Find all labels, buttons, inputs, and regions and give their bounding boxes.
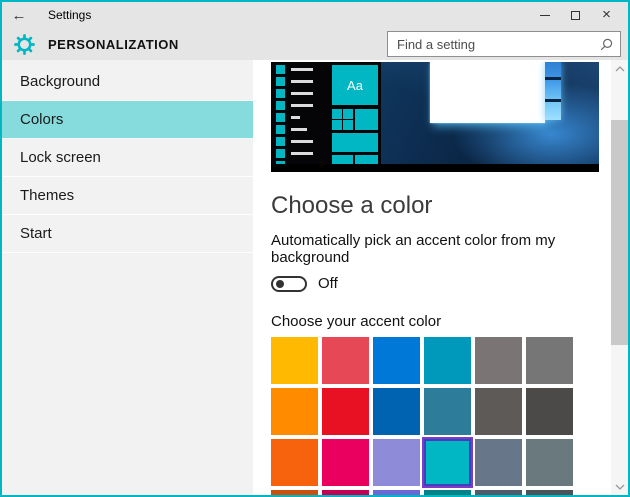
accent-color-swatch[interactable] [271,337,318,384]
accent-picker-label: Choose your accent color [271,313,628,330]
sidebar-item-label: Start [20,225,52,242]
accent-color-swatch[interactable] [322,388,369,435]
minimize-icon [540,15,550,16]
scroll-up-icon[interactable] [611,60,628,77]
page-title: PERSONALIZATION [48,37,387,52]
accent-color-swatch[interactable] [475,439,522,486]
sidebar-item-label: Lock screen [20,149,101,166]
sidebar-item-label: Colors [20,111,63,128]
auto-accent-toggle[interactable] [271,276,307,292]
preview-app-window [430,62,545,123]
accent-color-swatch[interactable] [475,490,522,495]
accent-color-swatch[interactable] [373,490,420,495]
preview-menu-list [271,62,330,164]
accent-color-swatch[interactable] [424,337,471,384]
accent-color-swatch[interactable] [475,337,522,384]
accent-color-grid [271,337,573,495]
scrollbar[interactable] [611,60,628,495]
accent-color-swatch[interactable] [322,439,369,486]
accent-color-swatch[interactable] [424,490,471,495]
accent-color-swatch[interactable] [271,439,318,486]
search-box [387,31,621,57]
accent-color-swatch[interactable] [373,439,420,486]
maximize-button[interactable] [560,2,591,28]
sidebar-item-label: Themes [20,187,74,204]
window-controls: × [529,2,628,28]
sidebar: Background Colors Lock screen Themes Start [2,60,253,495]
start-menu-preview: Aa [271,62,599,172]
scrollbar-thumb[interactable] [611,120,628,345]
accent-color-swatch[interactable] [526,337,573,384]
settings-window: ← Settings × [0,0,630,497]
accent-color-swatch[interactable] [322,337,369,384]
close-button[interactable]: × [591,2,622,28]
preview-desktop-wallpaper [381,62,599,164]
sidebar-item-colors[interactable]: Colors [2,101,253,139]
accent-color-swatch[interactable] [526,439,573,486]
auto-accent-label: Automatically pick an accent color from … [271,232,628,266]
accent-color-swatch[interactable] [424,388,471,435]
minimize-button[interactable] [529,2,560,28]
accent-color-swatch[interactable] [475,388,522,435]
accent-color-swatch[interactable] [424,439,471,486]
preview-tiles: Aa [330,62,381,164]
preview-window-glow [545,62,561,120]
accent-color-swatch[interactable] [322,490,369,495]
content-pane: Aa Choose a color Automatically p [253,60,628,495]
search-icon[interactable] [600,38,620,51]
toggle-state-label: Off [318,275,338,292]
window-body: Background Colors Lock screen Themes Start A… [2,60,628,495]
accent-color-swatch[interactable] [271,490,318,495]
window-title: Settings [48,8,529,22]
gear-icon [12,32,36,56]
accent-color-swatch[interactable] [373,337,420,384]
section-heading: Choose a color [271,193,628,219]
window-chrome: ← Settings × [2,2,628,60]
accent-color-swatch[interactable] [373,388,420,435]
sidebar-item-lock-screen[interactable]: Lock screen [2,139,253,177]
preview-taskbar [271,164,599,172]
page-header: PERSONALIZATION [2,28,628,60]
sidebar-item-themes[interactable]: Themes [2,177,253,215]
sidebar-item-start[interactable]: Start [2,215,253,253]
preview-aa-tile: Aa [332,65,378,105]
scroll-down-icon[interactable] [611,478,628,495]
back-arrow-icon[interactable]: ← [2,7,36,24]
accent-color-swatch[interactable] [526,490,573,495]
maximize-icon [571,11,580,20]
accent-color-swatch[interactable] [526,388,573,435]
sidebar-item-background[interactable]: Background [2,63,253,101]
accent-color-swatch[interactable] [271,388,318,435]
search-input[interactable] [388,37,600,52]
sidebar-item-label: Background [20,73,100,90]
toggle-knob [276,280,284,288]
titlebar: ← Settings × [2,2,628,28]
